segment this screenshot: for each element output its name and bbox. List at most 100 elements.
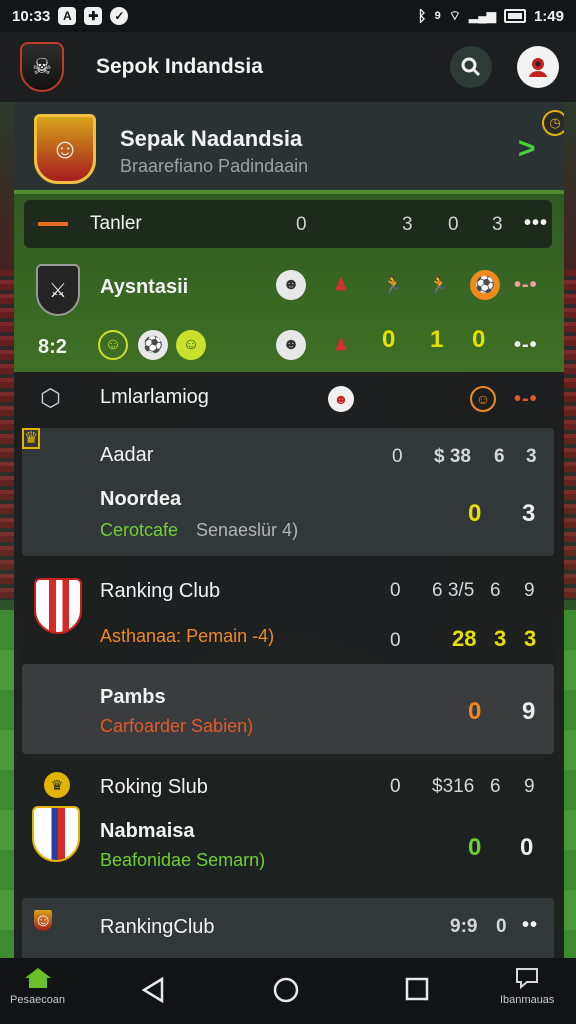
- match-stat: 0: [390, 776, 401, 797]
- chevron-right-icon[interactable]: >: [518, 132, 536, 166]
- ball-icon: ⚽: [138, 330, 168, 360]
- gamepad-icon: ✚: [84, 7, 103, 25]
- more-options-icon[interactable]: •••: [524, 212, 548, 235]
- search-button[interactable]: [450, 46, 492, 88]
- match-stat: 0: [390, 630, 401, 651]
- match-stat: 6: [490, 580, 501, 601]
- team-crest: ⚔: [36, 264, 80, 316]
- cube-icon: ⬡: [40, 385, 61, 412]
- more-options-icon[interactable]: ••: [522, 914, 538, 937]
- live-score-b: 1: [430, 326, 444, 353]
- match-stat: 0: [390, 580, 401, 601]
- player-icon: 🏃: [429, 277, 449, 294]
- match-header: Roking Slub: [100, 776, 208, 798]
- score-a: 0: [468, 834, 482, 861]
- live-score: 8:2: [38, 336, 67, 358]
- bottom-nav-bar: Pesaecoan Ibanmauas: [0, 958, 576, 1024]
- minus-icon: [38, 222, 68, 226]
- player-face-icon: ☺: [34, 910, 53, 930]
- featured-league-card[interactable]: ☺ Sepak Nadandsia Braarefiano Padindaain…: [14, 102, 564, 194]
- trophy-icon: ♛: [22, 428, 41, 449]
- more-options-icon[interactable]: •-•: [514, 334, 538, 357]
- featured-club-crest: ☺: [34, 114, 96, 184]
- chat-bubble-icon: [516, 968, 539, 990]
- tab-label: Tanler: [90, 213, 142, 234]
- player-icon: ☻: [276, 330, 306, 360]
- score-b: 0: [520, 834, 534, 861]
- player-face-icon: ☺: [50, 133, 80, 164]
- team-name: Noordea: [100, 488, 182, 510]
- cell-bars-icon: ▂▄▆: [469, 9, 496, 23]
- tab-stat: 3: [492, 214, 503, 235]
- nav-home[interactable]: Pesaecoan: [10, 966, 65, 1006]
- status-bar: 10:33 A ✚ ✓ ᛒ 9 ⌔ ▂▄▆ 1:49: [0, 0, 576, 32]
- player-icon: ♟: [333, 337, 349, 354]
- smile-icon: ☺: [98, 330, 128, 360]
- live-team-name: Aysntasii: [100, 276, 189, 298]
- recents-button[interactable]: [404, 976, 430, 1002]
- tab-stat: 0: [448, 214, 459, 235]
- profile-avatar-icon: [529, 58, 547, 77]
- club-crest: [32, 806, 80, 862]
- featured-title: Sepak Nadandsia: [120, 126, 303, 151]
- score: 28: [452, 626, 477, 651]
- score-a: 0: [468, 698, 482, 725]
- match-row[interactable]: Ranking Club 0 6 3/5 6 9 Asthanaa: Pemai…: [14, 562, 564, 666]
- bluetooth-icon: ᛒ: [417, 7, 427, 25]
- app-bar: ☠ Sepok Indandsia: [0, 32, 576, 102]
- match-stat: 6: [490, 776, 501, 797]
- profile-button[interactable]: [517, 46, 559, 88]
- status-time-left: 10:33: [12, 7, 51, 25]
- score: 3: [524, 626, 537, 651]
- match-detail: Cerotcafe: [100, 520, 179, 540]
- recents-square-icon: [405, 977, 429, 1001]
- match-card[interactable]: Pambs Carfoarder Sabien) 0 9: [22, 664, 554, 754]
- match-stat: 9: [524, 776, 535, 797]
- match-card[interactable]: ♛ Aadar 0 $ 38 6 3 Noordea Cerotcafe Sen…: [22, 428, 554, 556]
- match-stat: 0: [496, 916, 507, 937]
- nav-home-label: Pesaecoan: [10, 994, 66, 1006]
- score-a: 0: [468, 500, 482, 527]
- more-options-icon[interactable]: •-•: [514, 388, 538, 411]
- status-time-right: 1:49: [533, 7, 564, 25]
- club-crest: ☺: [34, 910, 53, 931]
- shield-icon: ⚔: [49, 279, 67, 302]
- match-detail: Beafonidae Semarn): [100, 850, 266, 870]
- team-name: RankingClub: [100, 916, 215, 938]
- match-header: Aadar: [100, 444, 154, 466]
- match-stat: $ 38: [434, 446, 471, 467]
- score: 3: [494, 626, 507, 651]
- home-circle-icon: [273, 977, 299, 1003]
- featured-subtitle: Braarefiano Padindaain: [120, 156, 309, 176]
- back-button[interactable]: [140, 976, 166, 1004]
- more-options-icon[interactable]: •-•: [514, 274, 538, 297]
- tab-stat: 3: [402, 214, 413, 235]
- section-title: Lmlarlamiog: [100, 386, 209, 408]
- back-triangle-icon: [141, 976, 164, 1004]
- club-crest: [34, 578, 82, 634]
- player-icon: ☻: [328, 386, 354, 412]
- timer-icon[interactable]: ◷: [542, 110, 564, 136]
- match-row[interactable]: ♛ Roking Slub 0 $316 6 9 Nabmaisa Beafon…: [14, 762, 564, 892]
- tab-stat: 0: [296, 214, 307, 235]
- score-b: 3: [522, 500, 536, 527]
- home-button[interactable]: [272, 976, 300, 1004]
- smile-icon: ☺: [470, 386, 496, 412]
- match-detail-extra: Senaeslür 4): [196, 520, 299, 540]
- score: 9:9: [450, 916, 478, 937]
- live-score-a: 0: [382, 326, 396, 353]
- score-b: 9: [522, 698, 536, 725]
- match-card[interactable]: ☺ RankingClub 9:9 0 ••: [22, 898, 554, 958]
- nav-chat[interactable]: Ibanmauas: [500, 966, 554, 1006]
- team-name: Ranking Club: [100, 580, 221, 602]
- app-logo[interactable]: ☠: [20, 42, 64, 92]
- match-detail: Carfoarder Sabien): [100, 716, 254, 736]
- match-stat: 3: [526, 446, 537, 467]
- player-icon: ☻: [276, 270, 306, 300]
- player-icon: ♟: [333, 277, 349, 294]
- match-stat: 9: [524, 580, 535, 601]
- live-score-c: 0: [472, 326, 486, 353]
- v-icon: ✓: [110, 7, 129, 25]
- filter-tab-bar[interactable]: Tanler 0 3 0 3 •••: [24, 200, 552, 248]
- warrior-face-icon: ☠: [32, 54, 52, 79]
